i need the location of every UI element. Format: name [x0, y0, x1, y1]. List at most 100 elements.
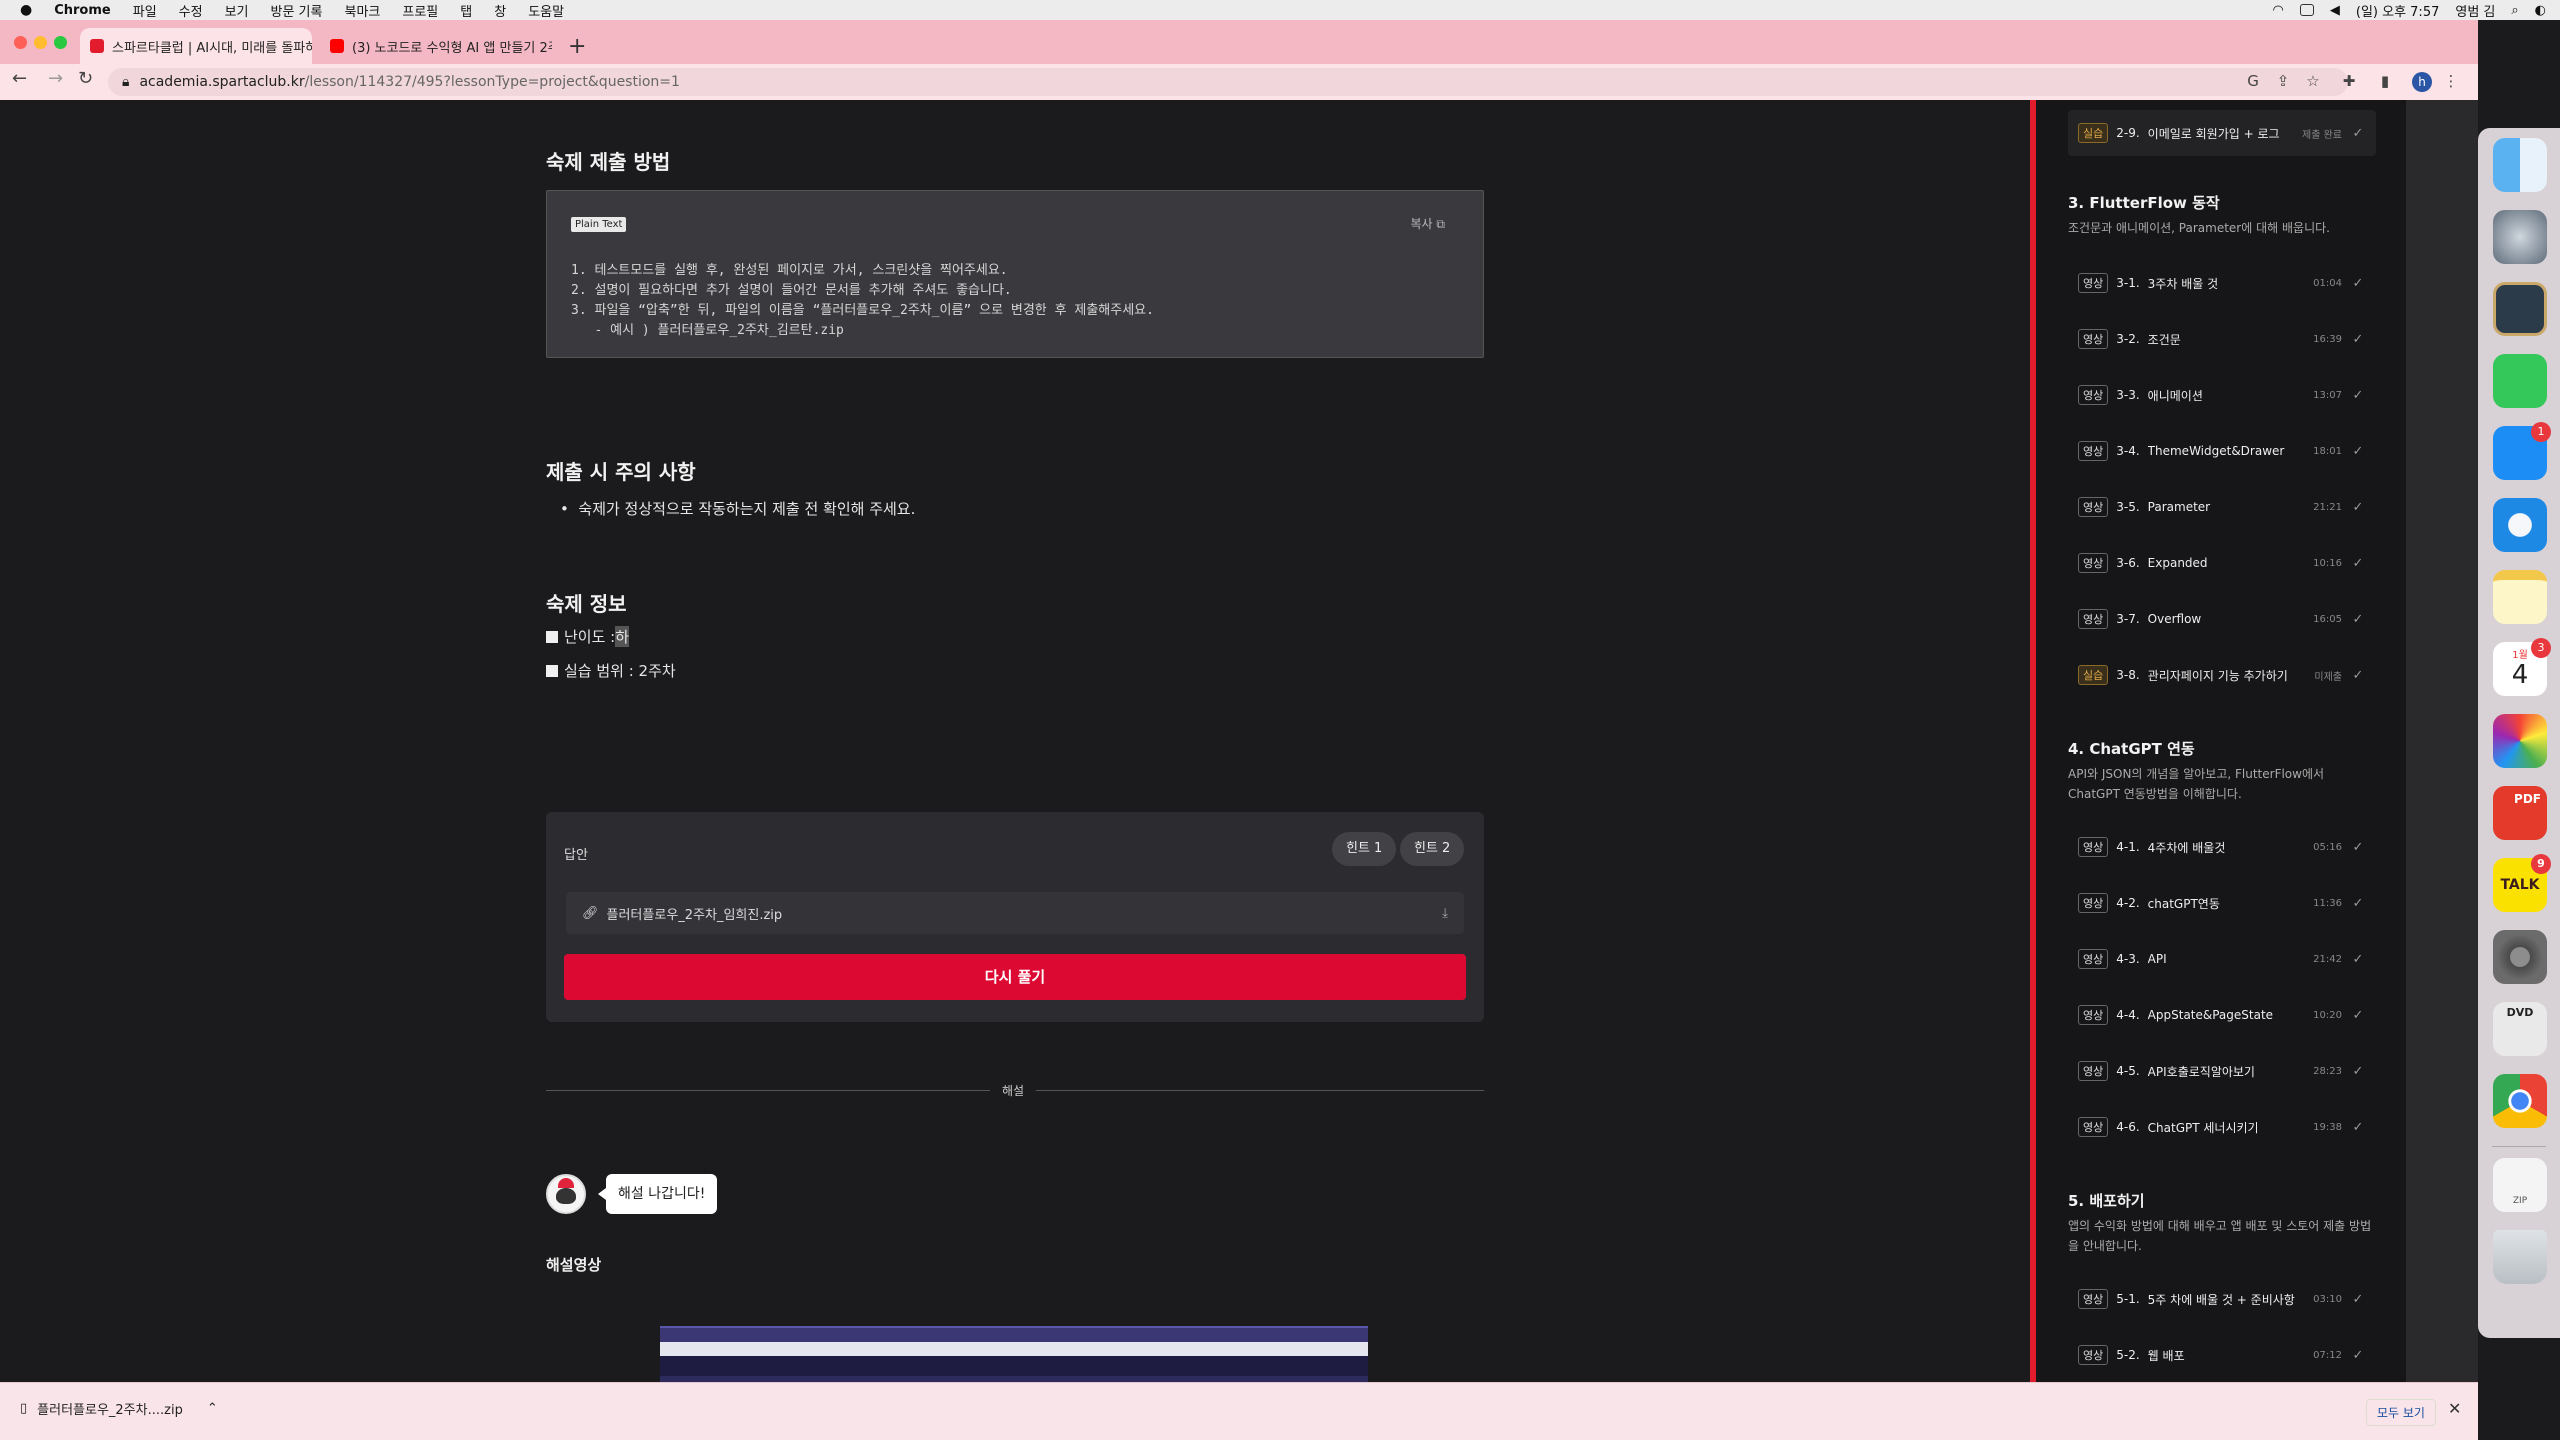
chrome-icon[interactable] — [2493, 1074, 2547, 1128]
menu-window[interactable]: 창 — [494, 1, 506, 20]
menu-app-name[interactable]: Chrome — [54, 3, 111, 18]
range-label: 실습 범위 : 2주차 — [564, 662, 676, 680]
lesson-item[interactable]: 영상 3-6. Expanded 10:16 ✓ — [2068, 543, 2376, 583]
zip-file-icon[interactable]: ZIP — [2493, 1158, 2547, 1212]
bookmark-star-icon[interactable]: ☆ — [2304, 72, 2322, 90]
lesson-item[interactable]: 영상 3-1. 3주차 배울 것 01:04 ✓ — [2068, 263, 2376, 303]
menu-history[interactable]: 방문 기록 — [271, 1, 323, 20]
download-item[interactable]: ▯ 플러터플로우_2주차....zip ⌃ — [20, 1399, 218, 1418]
wifi-icon[interactable]: ◠ — [2273, 3, 2284, 18]
section-title: 4. ChatGPT 연동 — [2068, 740, 2195, 758]
lesson-item[interactable]: 영상 5-1. 5주 차에 배울 것 + 준비사항 03:10 ✓ — [2068, 1279, 2376, 1319]
close-icon[interactable]: ✕ — [2448, 1399, 2461, 1418]
datetime[interactable]: (일) 오후 7:57 — [2356, 1, 2439, 20]
minimize-window-button[interactable] — [34, 36, 47, 49]
menu-profiles[interactable]: 프로필 — [402, 1, 438, 20]
system-settings-icon[interactable] — [2493, 930, 2547, 984]
lesson-item[interactable]: 영상 3-5. Parameter 21:21 ✓ — [2068, 487, 2376, 527]
google-icon[interactable]: G — [2244, 72, 2262, 90]
search-icon[interactable]: ⌕ — [2511, 3, 2518, 18]
lesson-item[interactable]: 영상 4-2. chatGPT연동 11:36 ✓ — [2068, 883, 2376, 923]
explanation-video[interactable] — [660, 1326, 1368, 1382]
lesson-item[interactable]: 영상 3-4. ThemeWidget&Drawer 18:01 ✓ — [2068, 431, 2376, 471]
menu-edit[interactable]: 수정 — [179, 1, 203, 20]
download-bar: ▯ 플러터플로우_2주차....zip ⌃ 모두 보기 ✕ — [0, 1382, 2478, 1440]
dock-divider — [2492, 1146, 2546, 1147]
show-all-button[interactable]: 모두 보기 — [2366, 1399, 2436, 1426]
lesson-item[interactable]: 영상 4-4. AppState&PageState 10:20 ✓ — [2068, 995, 2376, 1035]
more-menu-icon[interactable]: ⋮ — [2442, 72, 2460, 90]
url-path: /lesson/114327/495?lessonType=project&qu… — [304, 74, 680, 90]
new-tab-button[interactable]: + — [568, 34, 586, 59]
retry-button[interactable]: 다시 풀기 — [564, 954, 1466, 1000]
volume-icon[interactable]: ◀ — [2330, 3, 2340, 18]
lesson-item[interactable]: 영상 5-2. 웹 배포 07:12 ✓ — [2068, 1335, 2376, 1375]
hint-1-button[interactable]: 힌트 1 — [1332, 832, 1397, 866]
close-window-button[interactable] — [14, 36, 27, 49]
app-store-icon[interactable]: 1 — [2493, 422, 2551, 480]
hint-2-button[interactable]: 힌트 2 — [1400, 832, 1465, 866]
download-icon[interactable]: ⤓ — [1442, 906, 1448, 921]
apple-icon[interactable]: ● — [20, 2, 32, 18]
lesson-item[interactable]: 영상 3-7. Overflow 16:05 ✓ — [2068, 599, 2376, 639]
address-bar[interactable]: 🔒︎ academia.spartaclub.kr/lesson/114327/… — [108, 68, 2348, 96]
lock-icon[interactable]: 🔒︎ — [122, 74, 129, 90]
launchpad-icon[interactable] — [2493, 210, 2547, 264]
notification-badge: 3 — [2531, 638, 2551, 658]
lesson-item[interactable]: 영상 3-2. 조건문 16:39 ✓ — [2068, 319, 2376, 359]
back-arrow-icon[interactable]: ← — [12, 68, 27, 89]
kakaotalk-icon[interactable]: TALK 9 — [2493, 854, 2551, 912]
youtube-favicon-icon — [330, 39, 344, 53]
menu-tab[interactable]: 탭 — [460, 1, 472, 20]
dvd-player-icon[interactable]: DVD — [2493, 1002, 2547, 1056]
pdf-app-icon[interactable]: PDF — [2493, 786, 2547, 840]
menu-bookmarks[interactable]: 북마크 — [344, 1, 380, 20]
notes-icon[interactable] — [2493, 570, 2547, 624]
side-panel-icon[interactable]: ▮ — [2376, 72, 2394, 90]
photo-booth-icon[interactable] — [2493, 282, 2547, 336]
lesson-number: 4-3. — [2116, 952, 2140, 966]
facetime-icon[interactable] — [2493, 354, 2547, 408]
profile-avatar[interactable]: h — [2412, 72, 2432, 92]
photos-icon[interactable] — [2493, 714, 2547, 768]
zoom-window-button[interactable] — [54, 36, 67, 49]
code-block: Plain Text 복사 ⧉ 1. 테스트모드를 실행 후, 완성된 페이지로… — [546, 190, 1484, 358]
lesson-item[interactable]: 영상 4-3. API 21:42 ✓ — [2068, 939, 2376, 979]
finder-icon[interactable] — [2493, 138, 2547, 192]
safari-icon[interactable] — [2493, 498, 2547, 552]
lesson-type-badge: 영상 — [2078, 497, 2109, 517]
check-icon: ✓ — [2352, 1291, 2364, 1307]
lesson-item[interactable]: 영상 4-5. API호출로직알아보기 28:23 ✓ — [2068, 1051, 2376, 1091]
lesson-number: 5-1. — [2116, 1292, 2140, 1306]
lesson-item[interactable]: 영상 4-6. ChatGPT 세너시키기 19:38 ✓ — [2068, 1107, 2376, 1147]
copy-button[interactable]: 복사 ⧉ — [1411, 215, 1446, 232]
battery-icon[interactable] — [2299, 4, 2314, 16]
check-icon: ✓ — [2352, 1063, 2364, 1079]
speech-bubble: 해설 나갑니다! — [597, 1174, 718, 1214]
lesson-item[interactable]: 실습 3-8. 관리자페이지 기능 추가하기 미제출 ✓ — [2068, 655, 2376, 695]
tab-sparta[interactable]: 스파르타클럽 | AI시대, 미래를 돌파하 × — [80, 28, 312, 64]
square-bullet-icon — [546, 664, 558, 677]
share-icon[interactable]: ⇪ — [2274, 72, 2292, 90]
tab-youtube[interactable]: (3) 노코드로 수익형 AI 앱 만들기 2주 × — [320, 28, 552, 64]
extensions-icon[interactable]: ✚ — [2340, 72, 2358, 90]
user-name[interactable]: 영범 김 — [2455, 1, 2495, 20]
info-heading: 숙제 정보 — [546, 592, 627, 616]
control-center-icon[interactable]: ◐ — [2535, 3, 2546, 18]
lesson-duration: 28:23 — [2313, 1065, 2342, 1077]
avatar-face — [556, 1188, 576, 1204]
lesson-item[interactable]: 영상 4-1. 4주차에 배울것 05:16 ✓ — [2068, 827, 2376, 867]
forward-arrow-icon[interactable]: → — [48, 68, 63, 89]
chevron-up-icon[interactable]: ⌃ — [207, 1401, 218, 1416]
lesson-item[interactable]: 영상 3-3. 애니메이션 13:07 ✓ — [2068, 375, 2376, 415]
trash-icon[interactable] — [2493, 1230, 2547, 1284]
menu-view[interactable]: 보기 — [225, 1, 249, 20]
code-language-tag: Plain Text — [571, 217, 627, 232]
menu-file[interactable]: 파일 — [133, 1, 157, 20]
menu-help[interactable]: 도움말 — [528, 1, 564, 20]
lesson-item-current[interactable]: 실습 2-9. 이메일로 회원가입 + 로그 제출 완료 ✓ — [2068, 110, 2376, 156]
lesson-title: 이메일로 회원가입 + 로그 — [2147, 126, 2280, 141]
submitted-file[interactable]: 🔗︎ 플러터플로우_2주차_임희진.zip ⤓ — [566, 892, 1464, 934]
calendar-icon[interactable]: 1월 4 3 — [2493, 638, 2551, 696]
reload-icon[interactable]: ↻ — [78, 68, 93, 89]
